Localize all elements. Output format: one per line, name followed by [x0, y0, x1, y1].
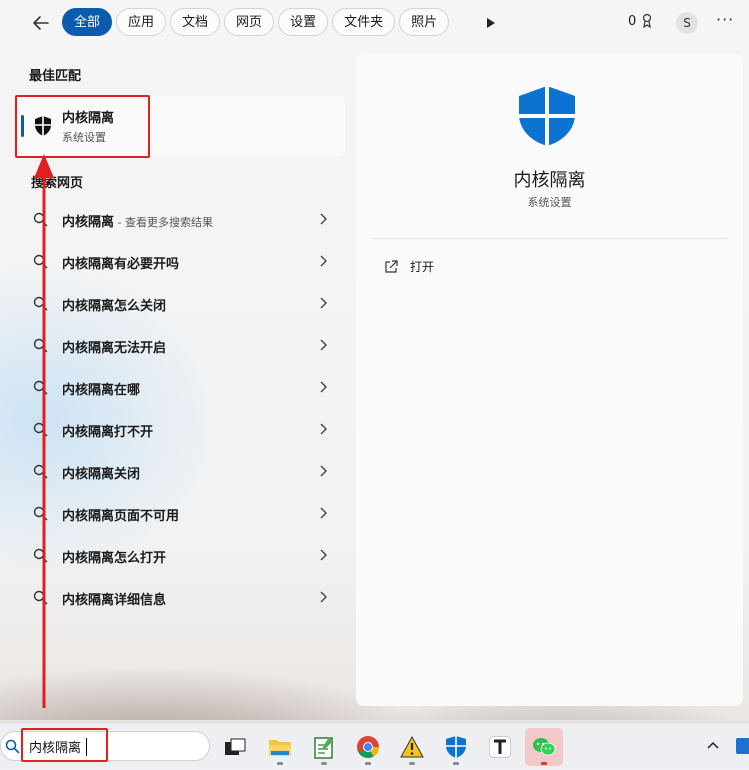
- filter-chip-settings[interactable]: 设置: [278, 8, 329, 36]
- running-indicator: [277, 762, 283, 765]
- filter-chip-all[interactable]: 全部: [62, 8, 113, 36]
- web-result-text: 内核隔离有必要开吗: [62, 257, 180, 272]
- chevron-right-icon: [320, 255, 327, 267]
- filter-chips: 全部 应用 文档 网页 设置 文件夹 照片: [62, 8, 450, 36]
- web-result-hint: - 查看更多搜索结果: [114, 216, 213, 229]
- chrome-button[interactable]: [349, 728, 387, 766]
- open-external-icon: [385, 259, 398, 273]
- filter-chip-folders[interactable]: 文件夹: [332, 8, 396, 36]
- chevron-right-icon: [320, 213, 327, 225]
- web-result-item[interactable]: 内核隔离打不开: [15, 408, 345, 450]
- web-result-text: 内核隔离怎么打开: [62, 551, 167, 566]
- search-icon: [5, 739, 20, 754]
- windows-security-button[interactable]: [437, 728, 475, 766]
- windows-security-shield-icon: [519, 86, 575, 146]
- detail-title: 内核隔离: [513, 170, 586, 191]
- user-avatar[interactable]: S: [676, 12, 698, 34]
- running-indicator: [453, 762, 459, 765]
- wechat-button[interactable]: [525, 728, 563, 766]
- notepad-button[interactable]: [305, 728, 343, 766]
- notepad-icon: [314, 737, 333, 759]
- chevron-right-icon: [320, 381, 327, 393]
- web-result-text: 内核隔离详细信息: [62, 593, 167, 608]
- annotation-arrow: [34, 154, 54, 708]
- chevron-right-icon: [320, 591, 327, 603]
- web-results-list: 内核隔离 - 查看更多搜索结果 内核隔离有必要开吗 内核隔离怎么关闭 内核隔离无…: [15, 198, 345, 618]
- detail-type: 系统设置: [527, 196, 572, 209]
- running-indicator: [365, 762, 371, 765]
- typora-icon: [489, 736, 511, 758]
- chevron-up-icon[interactable]: [706, 738, 720, 752]
- web-result-item[interactable]: 内核隔离怎么关闭: [15, 282, 345, 324]
- web-result-item[interactable]: 内核隔离 - 查看更多搜索结果: [15, 198, 345, 240]
- points-value: 0: [628, 13, 637, 29]
- web-result-item[interactable]: 内核隔离有必要开吗: [15, 240, 345, 282]
- chevron-right-icon: [320, 507, 327, 519]
- windows-security-icon: [446, 736, 466, 758]
- chevron-right-icon: [320, 339, 327, 351]
- tray-app-icon[interactable]: [736, 738, 749, 754]
- chevron-right-icon: [320, 465, 327, 477]
- more-filters-button[interactable]: [480, 12, 502, 34]
- best-match-heading: 最佳匹配: [29, 69, 82, 84]
- filter-chip-web[interactable]: 网页: [224, 8, 275, 36]
- web-result-item[interactable]: 内核隔离在哪: [15, 366, 345, 408]
- open-action[interactable]: 打开: [384, 258, 434, 275]
- wechat-icon: [533, 738, 556, 756]
- task-view-button[interactable]: [216, 728, 254, 766]
- web-result-item[interactable]: 内核隔离无法开启: [15, 324, 345, 366]
- web-result-text: 内核隔离在哪: [62, 383, 141, 398]
- web-result-text: 内核隔离无法开启: [62, 341, 167, 356]
- chrome-icon: [357, 736, 379, 758]
- web-result-text: 内核隔离关闭: [62, 467, 141, 482]
- annotation-search-box: [21, 728, 108, 762]
- back-arrow-icon: [33, 16, 49, 30]
- filter-chip-photos[interactable]: 照片: [399, 8, 450, 36]
- web-result-text: 内核隔离怎么关闭: [62, 299, 167, 314]
- open-action-label: 打开: [410, 260, 435, 274]
- web-result-text: 内核隔离打不开: [62, 425, 154, 440]
- filter-chip-apps[interactable]: 应用: [116, 8, 167, 36]
- rewards-trophy-icon: [643, 13, 652, 29]
- file-explorer-button[interactable]: [261, 728, 299, 766]
- running-indicator: [409, 762, 415, 765]
- more-options-button[interactable]: ···: [716, 10, 734, 29]
- result-detail-panel: 内核隔离 系统设置 打开: [356, 54, 743, 706]
- web-result-text: 内核隔离页面不可用: [62, 509, 180, 524]
- warning-app-icon: [400, 736, 424, 758]
- web-result-text: 内核隔离: [62, 215, 115, 230]
- web-result-item[interactable]: 内核隔离关闭: [15, 450, 345, 492]
- annotation-highlight-box: [15, 95, 150, 158]
- chevron-right-icon: [320, 549, 327, 561]
- back-button[interactable]: [28, 10, 54, 36]
- chevron-right-icon: [320, 297, 327, 309]
- typora-button[interactable]: [481, 728, 519, 766]
- running-indicator: [321, 762, 327, 765]
- web-result-item[interactable]: 内核隔离详细信息: [15, 576, 345, 618]
- attention-indicator: [541, 762, 547, 765]
- rewards-points[interactable]: 0: [628, 13, 655, 29]
- play-icon: [487, 18, 495, 28]
- chevron-right-icon: [320, 423, 327, 435]
- web-result-item[interactable]: 内核隔离怎么打开: [15, 534, 345, 576]
- filter-chip-documents[interactable]: 文档: [170, 8, 221, 36]
- web-result-item[interactable]: 内核隔离页面不可用: [15, 492, 345, 534]
- taskbar: [0, 722, 749, 770]
- warning-app-button[interactable]: [393, 728, 431, 766]
- detail-divider: [372, 238, 727, 239]
- task-view-icon: [225, 738, 246, 755]
- file-explorer-icon: [269, 740, 291, 756]
- search-filter-bar: 全部 应用 文档 网页 设置 文件夹 照片 0 S ···: [0, 0, 749, 46]
